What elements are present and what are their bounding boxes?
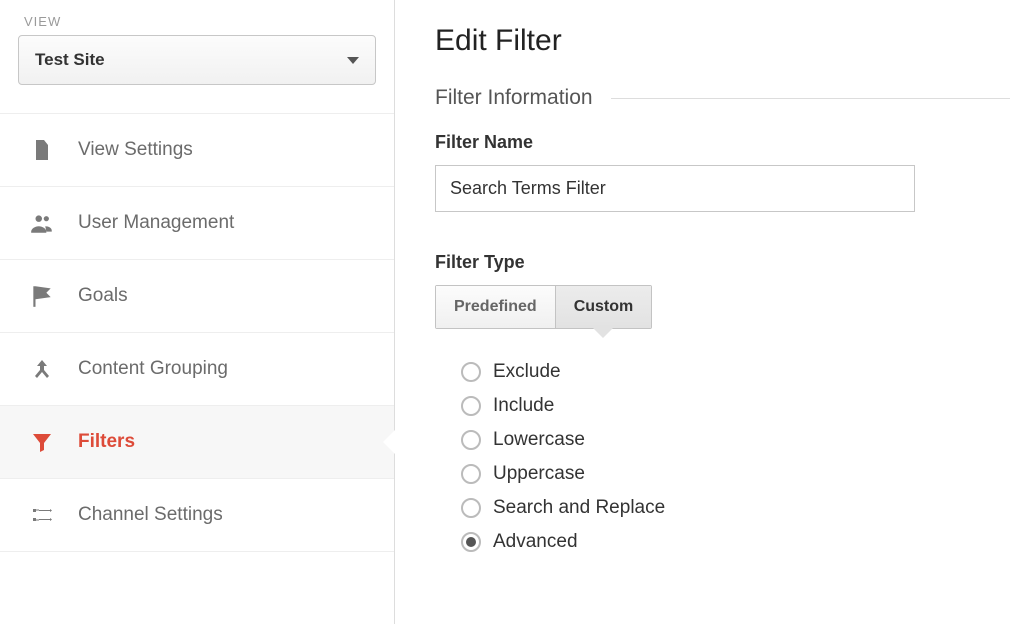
radio-option-uppercase[interactable]: Uppercase (461, 457, 1010, 491)
radio-label: Lowercase (493, 429, 585, 451)
sidebar-item-label: Goals (78, 285, 128, 307)
filter-name-label: Filter Name (435, 132, 1010, 153)
sidebar-item-label: User Management (78, 212, 234, 234)
section-heading-row: Filter Information (435, 86, 1010, 110)
radio-option-lowercase[interactable]: Lowercase (461, 423, 1010, 457)
radio-label: Include (493, 395, 554, 417)
merge-icon (28, 355, 56, 383)
custom-filter-options: Exclude Include Lowercase Uppercase Sear… (435, 355, 1010, 559)
radio-icon (461, 362, 481, 382)
sidebar-item-user-management[interactable]: User Management (0, 186, 394, 259)
users-icon (28, 209, 56, 237)
document-icon (28, 136, 56, 164)
radio-option-advanced[interactable]: Advanced (461, 525, 1010, 559)
flag-icon (28, 282, 56, 310)
radio-icon (461, 498, 481, 518)
view-section-label: VIEW (0, 14, 394, 35)
tab-predefined[interactable]: Predefined (436, 286, 555, 328)
sidebar-item-channel-settings[interactable]: Channel Settings (0, 478, 394, 552)
view-selector[interactable]: Test Site (18, 35, 376, 85)
radio-option-include[interactable]: Include (461, 389, 1010, 423)
page-title: Edit Filter (435, 24, 1010, 58)
sidebar-item-view-settings[interactable]: View Settings (0, 113, 394, 186)
sidebar-item-label: Content Grouping (78, 358, 228, 380)
sidebar-item-filters[interactable]: Filters (0, 405, 394, 478)
filter-name-input[interactable] (435, 165, 915, 212)
radio-icon (461, 430, 481, 450)
main-content: Edit Filter Filter Information Filter Na… (395, 0, 1024, 624)
sidebar-item-content-grouping[interactable]: Content Grouping (0, 332, 394, 405)
filter-type-toggle: Predefined Custom (435, 285, 652, 329)
radio-label: Advanced (493, 531, 578, 553)
radio-option-search-replace[interactable]: Search and Replace (461, 491, 1010, 525)
sidebar-nav: View Settings User Management Goals Cont… (0, 113, 394, 552)
funnel-icon (28, 428, 56, 456)
radio-icon (461, 396, 481, 416)
section-title: Filter Information (435, 86, 593, 110)
caret-down-icon (347, 57, 359, 64)
sidebar: VIEW Test Site View Settings User Manage… (0, 0, 395, 624)
sidebar-item-goals[interactable]: Goals (0, 259, 394, 332)
radio-option-exclude[interactable]: Exclude (461, 355, 1010, 389)
channels-icon (28, 501, 56, 529)
radio-icon (461, 532, 481, 552)
sidebar-item-label: View Settings (78, 139, 193, 161)
sidebar-item-label: Filters (78, 431, 135, 453)
sidebar-item-label: Channel Settings (78, 504, 223, 526)
radio-label: Exclude (493, 361, 561, 383)
radio-label: Uppercase (493, 463, 585, 485)
radio-label: Search and Replace (493, 497, 665, 519)
tab-custom[interactable]: Custom (555, 286, 652, 328)
filter-type-label: Filter Type (435, 252, 1010, 273)
section-divider (611, 98, 1010, 99)
view-selected-value: Test Site (35, 50, 105, 70)
radio-icon (461, 464, 481, 484)
